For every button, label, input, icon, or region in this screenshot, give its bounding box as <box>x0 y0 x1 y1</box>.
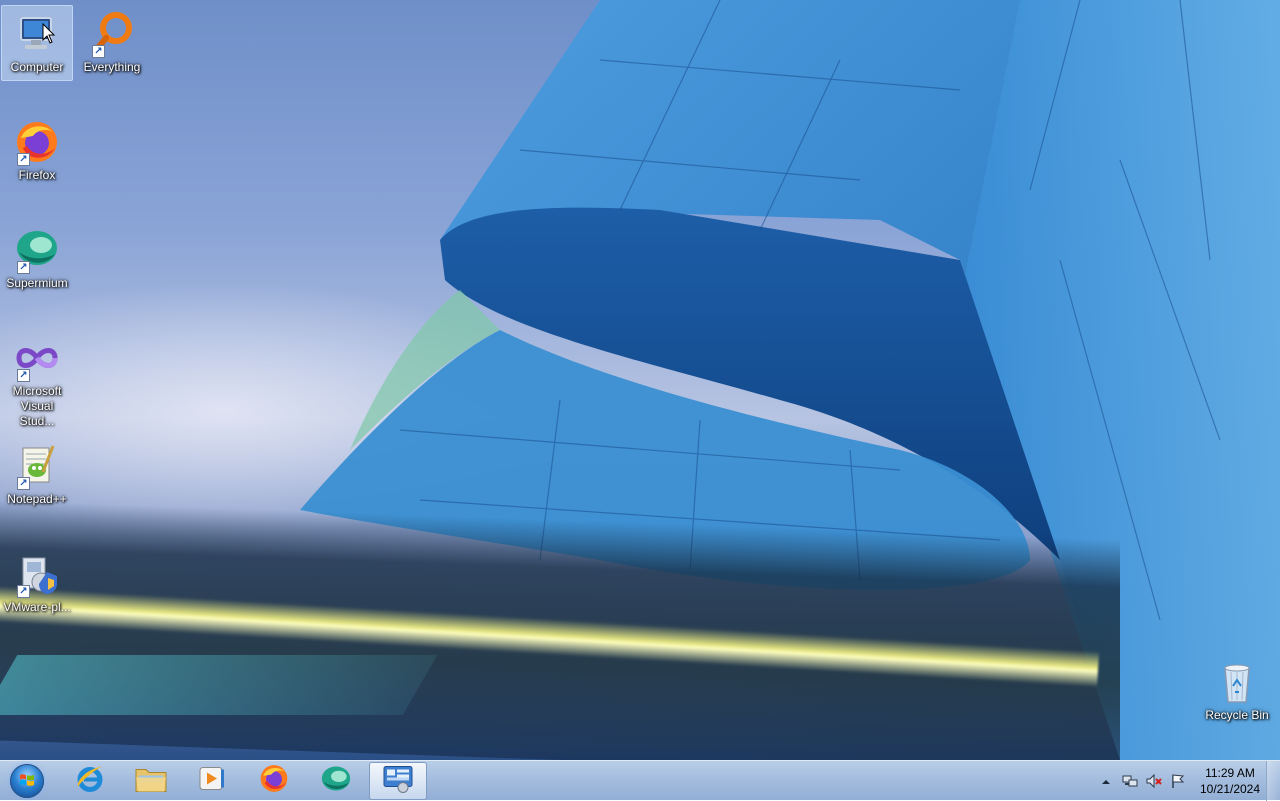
shortcut-arrow-icon: ↗ <box>17 153 30 166</box>
network-icon[interactable] <box>1122 773 1138 789</box>
taskbar-internet-explorer[interactable] <box>61 762 119 800</box>
visual-studio-icon: ↗ <box>13 334 61 382</box>
taskbar-media-player[interactable] <box>183 762 241 800</box>
shortcut-arrow-icon: ↗ <box>92 45 105 58</box>
desktop-icon-label: Supermium <box>6 276 68 290</box>
desktop[interactable]: Computer ↗ Everything ↗ Firefox ↗ Superm… <box>0 0 1280 760</box>
supermium-icon: ↗ <box>13 226 61 274</box>
vmware-installer-icon: ↗ <box>13 550 61 598</box>
taskbar-supermium[interactable] <box>307 762 365 800</box>
desktop-icon-visual-studio[interactable]: ↗ Microsoft Visual Stud... <box>1 329 73 428</box>
desktop-icon-everything[interactable]: ↗ Everything <box>76 5 148 81</box>
show-hidden-icons-arrow[interactable] <box>1100 775 1116 791</box>
desktop-icon-label: Everything <box>83 60 141 74</box>
everything-search-icon: ↗ <box>88 10 136 58</box>
shortcut-arrow-icon: ↗ <box>17 369 30 382</box>
wallpaper-motion-streak-cyan <box>0 655 438 715</box>
firefox-icon: ↗ <box>13 118 61 166</box>
clock-date: 10/21/2024 <box>1199 782 1261 796</box>
clock-time: 11:29 AM <box>1205 766 1255 780</box>
firefox-icon <box>258 763 290 800</box>
computer-icon <box>13 10 61 58</box>
taskbar-windows-explorer[interactable] <box>122 762 180 800</box>
desktop-icon-label: Firefox <box>18 168 56 182</box>
desktop-icon-label: VMware-pl... <box>3 600 71 614</box>
taskbar-firefox[interactable] <box>245 762 303 800</box>
show-desktop-button[interactable] <box>1266 761 1280 801</box>
shortcut-arrow-icon: ↗ <box>17 261 30 274</box>
volume-muted-icon[interactable] <box>1146 773 1162 789</box>
notepadpp-icon: ↗ <box>13 442 61 490</box>
taskbar-control-panel[interactable] <box>369 762 427 800</box>
supermium-icon <box>319 764 353 799</box>
shortcut-arrow-icon: ↗ <box>17 585 30 598</box>
desktop-icon-recycle-bin[interactable]: Recycle Bin <box>1201 653 1273 729</box>
clock[interactable]: 11:29 AM 10/21/2024 <box>1196 765 1264 797</box>
media-player-icon <box>197 764 227 799</box>
desktop-icon-computer[interactable]: Computer <box>1 5 73 81</box>
desktop-icon-label: Computer <box>10 60 64 74</box>
recycle-bin-icon <box>1213 658 1261 706</box>
desktop-icon-vmware[interactable]: ↗ VMware-pl... <box>1 545 73 621</box>
desktop-icon-label: Notepad++ <box>7 492 67 506</box>
desktop-icon-label: Recycle Bin <box>1205 708 1269 722</box>
desktop-icon-firefox[interactable]: ↗ Firefox <box>1 113 73 189</box>
windows-orb-icon <box>10 764 44 798</box>
desktop-icon-label: Microsoft Visual Stud... <box>12 384 62 428</box>
action-center-flag-icon[interactable] <box>1170 773 1186 789</box>
desktop-icon-supermium[interactable]: ↗ Supermium <box>1 221 73 297</box>
desktop-icon-notepadpp[interactable]: ↗ Notepad++ <box>1 437 73 513</box>
control-panel-icon <box>381 764 415 799</box>
shortcut-arrow-icon: ↗ <box>17 477 30 490</box>
internet-explorer-icon <box>74 763 106 800</box>
taskbar: 11:29 AM 10/21/2024 <box>0 760 1280 801</box>
folder-icon <box>134 764 168 799</box>
start-button[interactable] <box>4 762 50 800</box>
